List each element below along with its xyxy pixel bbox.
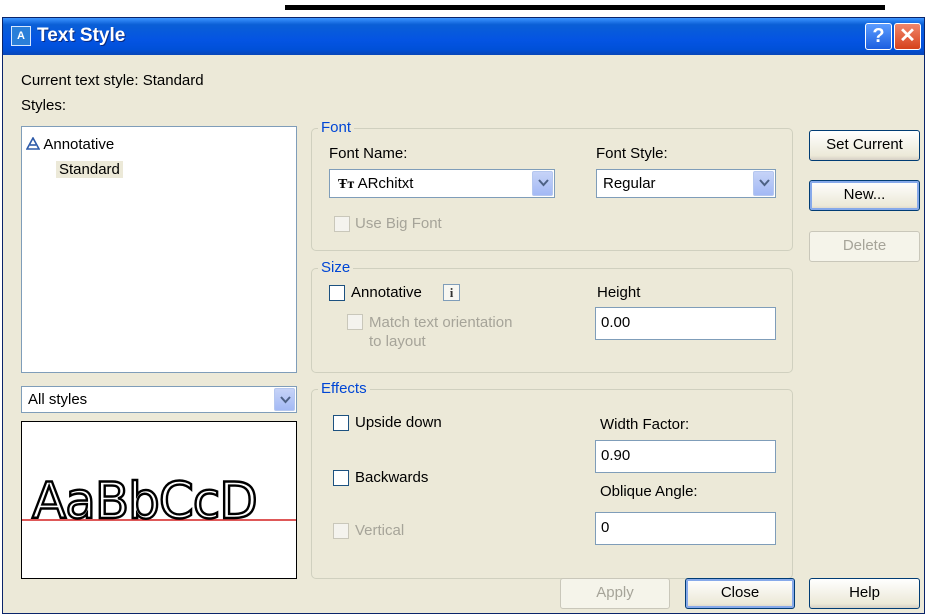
- annotative-scale-icon: [25, 135, 41, 154]
- height-label: Height: [597, 284, 641, 301]
- oblique-angle-value: 0: [601, 519, 610, 536]
- close-title-button[interactable]: ✕: [894, 23, 921, 50]
- font-style-dropdown[interactable]: Regular: [596, 169, 776, 198]
- font-style-label: Font Style:: [596, 145, 668, 162]
- background-line: [285, 5, 885, 10]
- backwards-checkbox[interactable]: [333, 470, 349, 486]
- height-input[interactable]: 0.00: [595, 307, 776, 340]
- close-button[interactable]: Close: [685, 578, 795, 609]
- text-style-dialog: A Text Style ? ✕ Current text style: Sta…: [2, 17, 925, 614]
- font-name-label: Font Name:: [329, 145, 408, 162]
- oblique-angle-input[interactable]: 0: [595, 512, 776, 545]
- current-style-value: Standard: [142, 72, 204, 89]
- match-orientation-label-line2: to layout: [369, 333, 426, 350]
- new-button[interactable]: New...: [809, 180, 920, 211]
- vertical-checkbox[interactable]: [333, 523, 349, 539]
- styles-filter-dropdown[interactable]: All styles: [21, 386, 297, 413]
- annotative-checkbox[interactable]: [329, 285, 345, 301]
- window-title: Text Style: [37, 25, 126, 46]
- width-factor-value: 0.90: [601, 447, 631, 464]
- backwards-label: Backwards: [355, 469, 429, 486]
- upside-down-label: Upside down: [355, 414, 442, 431]
- preview-sample-text: AaBbCcD: [32, 472, 257, 530]
- current-style-label: Current text style:: [21, 72, 139, 89]
- styles-list[interactable]: Annotative Standard: [21, 126, 297, 373]
- text-preview: AaBbCcD: [21, 421, 297, 579]
- oblique-angle-label: Oblique Angle:: [600, 483, 698, 500]
- help-button[interactable]: Help: [809, 578, 920, 609]
- chevron-down-icon[interactable]: [532, 171, 553, 196]
- background-strip: [0, 0, 929, 17]
- size-group-legend: Size: [318, 259, 354, 276]
- delete-button[interactable]: Delete: [809, 231, 920, 262]
- chevron-down-icon[interactable]: [753, 171, 774, 196]
- height-value: 0.00: [601, 314, 631, 331]
- chevron-down-icon[interactable]: [274, 388, 295, 411]
- set-current-button[interactable]: Set Current: [809, 130, 920, 161]
- styles-list-item-standard[interactable]: Standard: [56, 161, 123, 178]
- vertical-label: Vertical: [355, 522, 405, 539]
- width-factor-label: Width Factor:: [600, 416, 690, 433]
- title-bar: A Text Style ? ✕: [3, 18, 924, 55]
- width-factor-input[interactable]: 0.90: [595, 440, 776, 473]
- font-group-legend: Font: [318, 119, 355, 136]
- font-style-value: Regular: [603, 175, 656, 192]
- styles-list-item-annotative[interactable]: Annotative: [25, 135, 115, 154]
- text-style-app-icon: A: [11, 26, 31, 46]
- info-icon[interactable]: i: [443, 284, 460, 301]
- current-style-text: Current text style: Standard: [21, 72, 204, 89]
- truetype-font-icon: Ŧᴛ: [338, 177, 355, 192]
- font-name-value-wrap: Ŧᴛ ARchitxt: [338, 175, 413, 193]
- font-name-dropdown[interactable]: Ŧᴛ ARchitxt: [329, 169, 555, 198]
- help-title-button[interactable]: ?: [865, 23, 892, 50]
- match-orientation-checkbox[interactable]: [347, 314, 363, 330]
- upside-down-checkbox[interactable]: [333, 415, 349, 431]
- apply-button[interactable]: Apply: [560, 578, 670, 609]
- use-big-font-label: Use Big Font: [355, 215, 442, 232]
- styles-list-item-label: Annotative: [43, 136, 115, 153]
- match-orientation-label-line1: Match text orientation: [369, 314, 513, 331]
- use-big-font-checkbox[interactable]: [334, 216, 350, 232]
- styles-label: Styles:: [21, 97, 67, 114]
- styles-filter-value: All styles: [28, 391, 88, 408]
- preview-canvas: AaBbCcD: [22, 471, 296, 531]
- font-name-value: ARchitxt: [357, 175, 414, 192]
- annotative-label: Annotative: [351, 284, 422, 301]
- effects-group-legend: Effects: [318, 380, 370, 397]
- styles-list-item-label: Standard: [59, 161, 120, 178]
